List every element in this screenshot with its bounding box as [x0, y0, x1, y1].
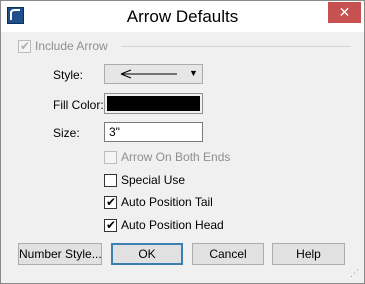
- checkmark-icon: ✔: [106, 195, 117, 209]
- number-style-button[interactable]: Number Style...: [18, 243, 102, 265]
- help-button[interactable]: Help: [272, 243, 345, 265]
- style-dropdown[interactable]: ▼: [104, 64, 203, 84]
- arrow-both-ends-label: Arrow On Both Ends: [121, 150, 231, 164]
- checkmark-icon: ✔: [20, 39, 31, 53]
- dialog-body: ✔ Include Arrow Style: ▼ Fill Color: Siz…: [1, 32, 364, 283]
- style-label: Style:: [53, 68, 84, 82]
- ok-button[interactable]: OK: [111, 243, 183, 265]
- left-arrow-line-icon: [120, 69, 177, 79]
- group-divider: [121, 46, 351, 47]
- size-input[interactable]: 3": [104, 122, 203, 142]
- fill-color-button[interactable]: [104, 93, 203, 114]
- cancel-button[interactable]: Cancel: [192, 243, 264, 265]
- auto-position-tail-label: Auto Position Tail: [121, 195, 213, 209]
- special-use-checkbox[interactable]: [104, 174, 117, 187]
- title-bar[interactable]: Arrow Defaults ✕: [1, 1, 364, 32]
- close-button[interactable]: ✕: [328, 2, 361, 23]
- fill-color-label: Fill Color:: [53, 98, 104, 112]
- auto-position-head-label: Auto Position Head: [121, 218, 224, 232]
- auto-position-tail-checkbox[interactable]: ✔: [104, 196, 117, 209]
- checkmark-icon: ✔: [106, 218, 117, 232]
- include-arrow-label: Include Arrow: [35, 39, 108, 53]
- chevron-down-icon: ▼: [189, 68, 198, 78]
- special-use-label: Special Use: [121, 173, 186, 187]
- include-arrow-checkbox[interactable]: ✔: [18, 40, 31, 53]
- resize-grip-icon[interactable]: ⋰: [350, 268, 359, 279]
- window-title: Arrow Defaults: [126, 7, 239, 26]
- size-label: Size:: [53, 126, 80, 140]
- auto-position-head-checkbox[interactable]: ✔: [104, 219, 117, 232]
- fill-color-swatch: [107, 96, 200, 111]
- arrow-both-ends-checkbox[interactable]: [104, 151, 117, 164]
- dialog-window: Arrow Defaults ✕ ✔ Include Arrow Style: …: [0, 0, 365, 284]
